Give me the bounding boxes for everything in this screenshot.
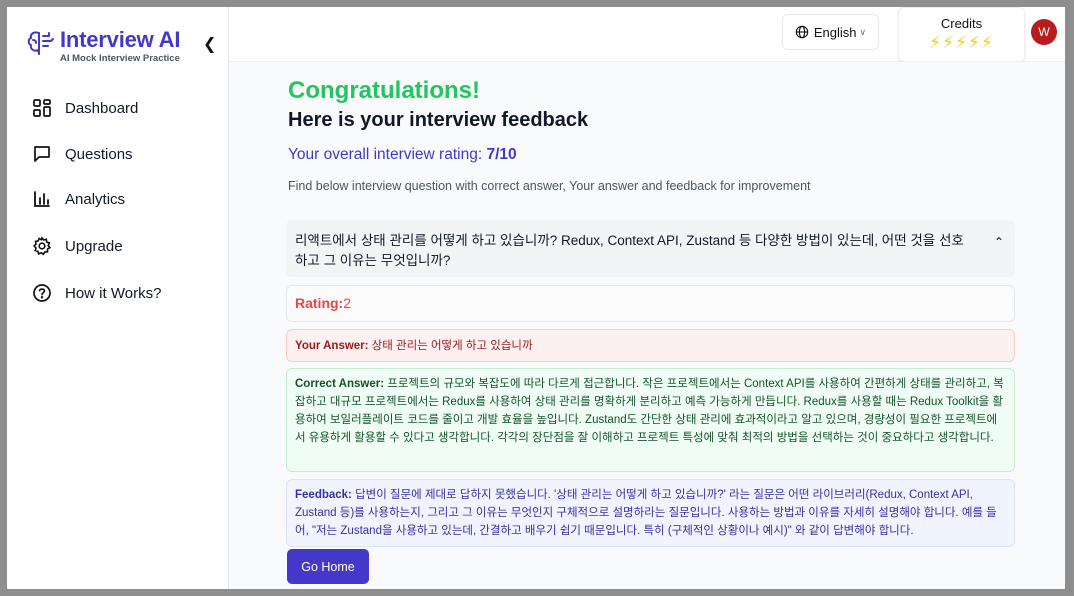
sidebar-item-upgrade[interactable]: Upgrade [31,233,123,259]
app-window: Interview AI AI Mock Interview Practice … [7,7,1065,589]
your-answer-box: Your Answer: 상태 관리는 어떻게 하고 있습니까 [286,329,1015,362]
help-circle-icon [31,282,53,304]
page-title: Here is your interview feedback [288,109,589,131]
avatar[interactable]: W [1031,19,1057,45]
dashboard-icon [31,97,53,119]
brand-subtitle: AI Mock Interview Practice [60,53,180,64]
rating-label: Rating: [295,295,344,311]
globe-icon [795,25,809,39]
chevron-left-icon[interactable]: ❮ [203,34,216,54]
brain-logo-icon [27,31,54,55]
credits-panel: Credits ⚡⚡⚡⚡⚡ [898,7,1025,62]
credits-label: Credits [940,16,983,31]
sidebar-item-label: How it Works? [65,284,162,302]
correct-answer-text: 프로젝트의 규모와 복잡도에 따라 다르게 접근합니다. 작은 프로젝트에서는 … [295,378,1004,444]
feedback-content: Congratulations! Here is your interview … [229,62,1065,589]
message-square-icon [31,143,53,165]
sidebar-item-label: Dashboard [65,99,139,117]
lightning-bolt-icons: ⚡⚡⚡⚡⚡ [929,33,994,52]
feedback-label: Feedback: [295,489,352,501]
language-label: English [813,24,857,40]
chevron-up-down-icon: ⌃ [993,235,1004,249]
question-rating: Rating:2 [286,285,1015,322]
overall-rating: Your overall interview rating: 7/10 [288,146,517,164]
correct-answer-box: Correct Answer: 프로젝트의 규모와 복잡도에 따라 다르게 접근… [286,368,1015,472]
bar-chart-icon [31,188,53,210]
gear-icon [31,235,53,257]
sidebar: Interview AI AI Mock Interview Practice … [7,7,229,589]
brand: Interview AI AI Mock Interview Practice [25,24,215,64]
sidebar-item-label: Questions [65,145,133,163]
brand-title: Interview AI [60,27,181,52]
feedback-box: Feedback: 답변이 질문에 제대로 답하지 못했습니다. '상태 관리는… [286,479,1015,547]
sidebar-item-questions[interactable]: Questions [31,141,133,167]
question-accordion[interactable]: 리액트에서 상태 관리를 어떻게 하고 있습니까? Redux, Context… [286,220,1015,277]
feedback-description: Find below interview question with corre… [288,179,811,193]
your-answer-text: 상태 관리는 어떻게 하고 있습니까 [368,340,533,352]
rating-score: 2 [343,295,352,311]
sidebar-item-analytics[interactable]: Analytics [31,186,125,212]
sidebar-item-label: Upgrade [65,237,123,255]
correct-answer-label: Correct Answer: [295,378,385,390]
sidebar-item-dashboard[interactable]: Dashboard [31,95,138,121]
sidebar-item-how-it-works[interactable]: How it Works? [31,280,161,306]
chevron-down-icon: ∨ [859,26,867,37]
question-text: 리액트에서 상태 관리를 어떻게 하고 있습니까? Redux, Context… [295,233,964,268]
overall-rating-value: 7/10 [486,146,517,163]
top-bar: English ∨ Credits ⚡⚡⚡⚡⚡ W [229,7,1065,62]
language-selector[interactable]: English ∨ [782,14,879,50]
congrats-heading: Congratulations! [288,77,480,104]
overall-rating-label: Your overall interview rating: [288,146,487,163]
go-home-button[interactable]: Go Home [287,549,369,584]
sidebar-item-label: Analytics [65,190,126,208]
feedback-text: 답변이 질문에 제대로 답하지 못했습니다. '상태 관리는 어떻게 하고 있습… [295,489,997,537]
your-answer-label: Your Answer: [295,340,369,352]
